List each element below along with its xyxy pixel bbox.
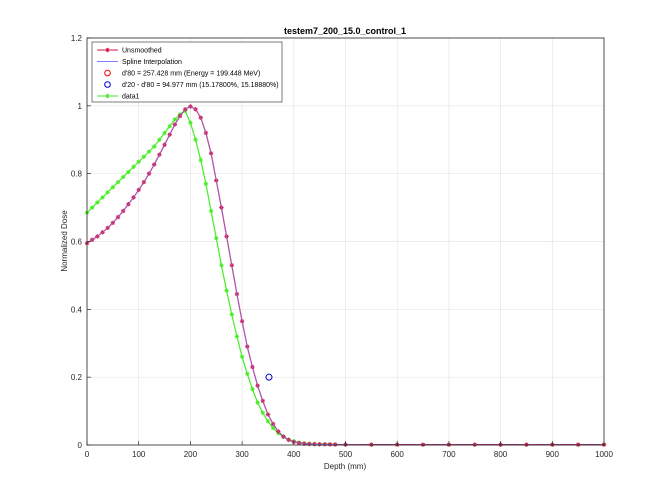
data1-point [136, 159, 141, 164]
data1-point [198, 157, 203, 163]
x-axis-label: Depth (mm) [324, 462, 367, 471]
x-tick-label: 500 [339, 450, 353, 459]
data1-point [152, 144, 157, 149]
data1-point [105, 190, 110, 195]
chart-title: testem7_200_15.0_control_1 [284, 26, 406, 36]
data1-point [126, 169, 131, 175]
data1-point [89, 205, 95, 210]
x-tick-label: 900 [546, 450, 560, 459]
data1-point [203, 181, 209, 187]
x-tick-label: 1000 [595, 450, 613, 459]
data1-point [265, 419, 271, 424]
y-tick-label: 1 [78, 102, 83, 111]
x-tick-label: 600 [391, 450, 405, 459]
data1-point [208, 208, 214, 214]
data1-point [167, 123, 172, 129]
data1-point [224, 288, 229, 293]
legend-item: d'20 - d'80 = 94.977 mm (15.17800%, 15.1… [104, 81, 279, 89]
data1-point [115, 179, 121, 185]
x-tick-label: 0 [85, 450, 90, 459]
y-tick-label: 0.8 [71, 170, 83, 179]
data1-point [120, 174, 126, 180]
data1-point [95, 200, 100, 205]
legend-swatch-point [105, 93, 110, 99]
x-tick-label: 200 [184, 450, 198, 459]
x-tick-label: 300 [235, 450, 249, 459]
y-tick-label: 0.2 [71, 373, 83, 382]
data1-point [110, 185, 116, 190]
y-tick-label: 1.2 [71, 34, 83, 43]
data1-point [234, 334, 240, 339]
legend-label: d'80 = 257.428 mm (Energy = 199.448 MeV) [122, 71, 260, 78]
x-tick-label: 700 [442, 450, 456, 459]
data1-point [188, 120, 193, 125]
data1-point [219, 263, 224, 268]
data1-point [157, 137, 162, 142]
y-axis-label: Normalized Dose [60, 210, 69, 272]
data1-point [245, 371, 250, 376]
data1-point [260, 410, 265, 415]
x-tick-label: 800 [494, 450, 508, 459]
data1-point [146, 149, 152, 154]
legend: Unsmoothed Spline Interpolation d'80 = 257… [91, 41, 283, 103]
data1-point [100, 195, 105, 200]
legend-item: d'80 = 257.428 mm (Energy = 199.448 MeV) [104, 69, 260, 78]
data1-point [250, 386, 255, 392]
data1-point [255, 400, 260, 405]
y-tick-label: 0 [78, 441, 83, 450]
data1-point [141, 154, 147, 159]
chart-figure: 0 100 200 300 400 500 600 700 800 900 1000 0 0.2 0.4… [0, 0, 667, 500]
data1-point [229, 312, 234, 317]
x-tick-label: 100 [132, 450, 146, 459]
data1-point [131, 164, 136, 170]
legend-swatch-point [105, 47, 110, 53]
legend-label: data1 [122, 94, 140, 101]
data1-point [214, 235, 219, 241]
y-tick-label: 0.4 [71, 305, 83, 314]
legend-label: Unsmoothed [122, 48, 162, 55]
legend-label: Spline Interpolation [122, 59, 182, 66]
data1-point [162, 130, 167, 136]
data1-point [239, 354, 245, 360]
y-tick-label: 0.6 [71, 238, 83, 247]
legend-label: d'20 - d'80 = 94.977 mm (15.17800%, 15.1… [122, 82, 279, 89]
x-tick-label: 400 [287, 450, 301, 459]
data1-point [193, 137, 198, 142]
